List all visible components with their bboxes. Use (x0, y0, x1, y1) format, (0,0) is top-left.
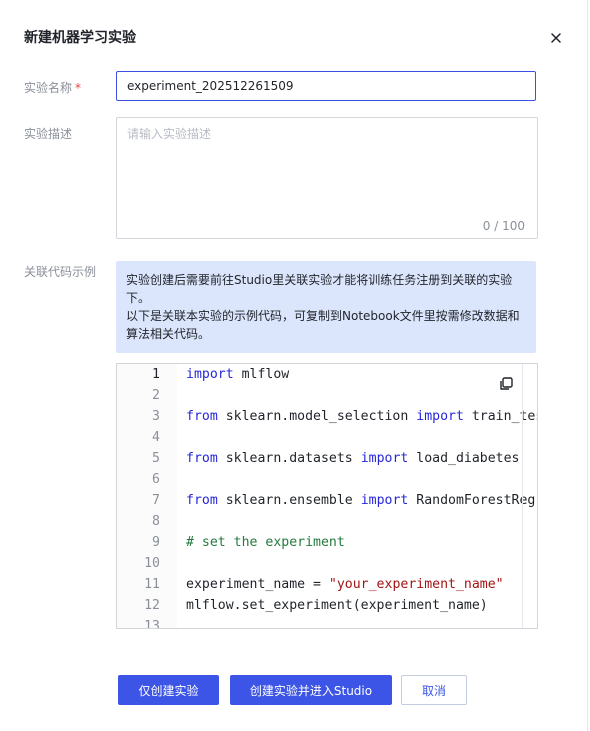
create-only-button[interactable]: 仅创建实验 (118, 675, 219, 705)
code-text: from sklearn.ensemble import RandomFores… (186, 493, 537, 508)
code-line: 6 (117, 472, 537, 493)
code-token: sklearn.datasets (217, 451, 361, 466)
code-token: mlflow (233, 367, 290, 382)
code-ruler (522, 364, 523, 628)
info-notice: 实验创建后需要前往Studio里关联实验才能将训练任务注册到关联的实验下。 以下… (116, 261, 536, 353)
code-line: 7 from sklearn.ensemble import RandomFore… (117, 493, 537, 514)
cancel-button[interactable]: 取消 (401, 675, 467, 705)
code-token: sklearn.model_selection (217, 409, 417, 424)
code-sample-block: 1 import mlflow 2 3 from sklearn.model_selec… (116, 363, 538, 629)
code-token: import (360, 451, 409, 466)
dialog-title: 新建机器学习实验 (24, 30, 136, 46)
code-line: 13 (117, 619, 537, 629)
description-label: 实验描述 (24, 127, 73, 141)
description-textarea[interactable] (117, 118, 537, 238)
code-token: import (416, 409, 464, 424)
code-token: import (186, 367, 234, 382)
code-token: "your_experiment_name" (328, 577, 504, 592)
code-line: 5 from sklearn.datasets import load_diabe… (117, 451, 537, 472)
code-text: experiment_name = "your_experiment_name" (186, 577, 504, 592)
code-token: import (360, 493, 409, 508)
required-marker: * (75, 81, 82, 95)
line-number: 10 (144, 556, 160, 571)
code-token: experiment_name = (186, 577, 329, 592)
code-text: # set the experiment (186, 535, 345, 550)
code-token: train_test_split (471, 409, 537, 424)
code-sample-label: 关联代码示例 (24, 265, 97, 279)
code-token: mlflow.set_experiment(experiment_name) (186, 598, 488, 613)
code-token: # set the experiment (186, 535, 345, 550)
copy-icon (500, 377, 513, 390)
line-number: 12 (144, 598, 160, 613)
line-number: 1 (152, 367, 160, 382)
code-token: from (186, 451, 218, 466)
char-counter: 0 / 100 (482, 219, 525, 233)
line-number: 13 (144, 619, 160, 629)
line-number: 3 (152, 409, 160, 424)
code-line: 4 (117, 430, 537, 451)
code-token: from (186, 493, 218, 508)
code-text: import mlflow (186, 367, 289, 382)
code-line: 12 mlflow.set_experiment(experiment_name) (117, 598, 537, 619)
description-field[interactable]: 0 / 100 (116, 117, 538, 239)
code-text: from sklearn.datasets import load_diabet… (186, 451, 519, 466)
line-number: 8 (152, 514, 160, 529)
code-token: sklearn.ensemble (217, 493, 361, 508)
line-number: 4 (152, 430, 160, 445)
code-text: mlflow.set_experiment(experiment_name) (186, 598, 488, 613)
create-experiment-dialog: 新建机器学习实验 实验名称* 实验描述 0 / 100 关联代码示例 实验创建后… (0, 0, 588, 731)
code-line: 1 import mlflow (117, 367, 537, 388)
line-number: 2 (152, 388, 160, 403)
name-label-text: 实验名称 (24, 81, 73, 95)
name-label: 实验名称 * (24, 79, 81, 96)
copy-code-button[interactable] (498, 376, 514, 392)
code-line: 2 (117, 388, 537, 409)
close-button[interactable] (546, 28, 566, 48)
code-token: RandomForestRegressor (416, 493, 537, 508)
code-line: 11 experiment_name = "your_experiment_nam… (117, 577, 537, 598)
code-token: load_diabetes (408, 451, 520, 466)
line-number: 6 (152, 472, 160, 487)
line-number: 9 (152, 535, 160, 550)
info-text-2: 以下是关联本实验的示例代码，可复制到Notebook文件里按需修改数据和算法相关… (126, 309, 520, 341)
code-text: from sklearn.model_selection import trai… (186, 409, 537, 424)
code-line: 10 (117, 556, 537, 577)
line-number: 5 (152, 451, 160, 466)
experiment-name-input[interactable] (116, 71, 536, 101)
info-text-1: 实验创建后需要前往Studio里关联实验才能将训练任务注册到关联的实验下。 (126, 273, 513, 305)
code-token: from (186, 409, 218, 424)
code-line: 9 # set the experiment (117, 535, 537, 556)
line-number: 7 (152, 493, 160, 508)
code-line: 3 from sklearn.model_selection import tra… (117, 409, 537, 430)
line-number: 11 (144, 577, 160, 592)
code-line: 8 (117, 514, 537, 535)
create-and-open-studio-button[interactable]: 创建实验并进入Studio (230, 675, 392, 705)
close-icon (551, 33, 561, 43)
